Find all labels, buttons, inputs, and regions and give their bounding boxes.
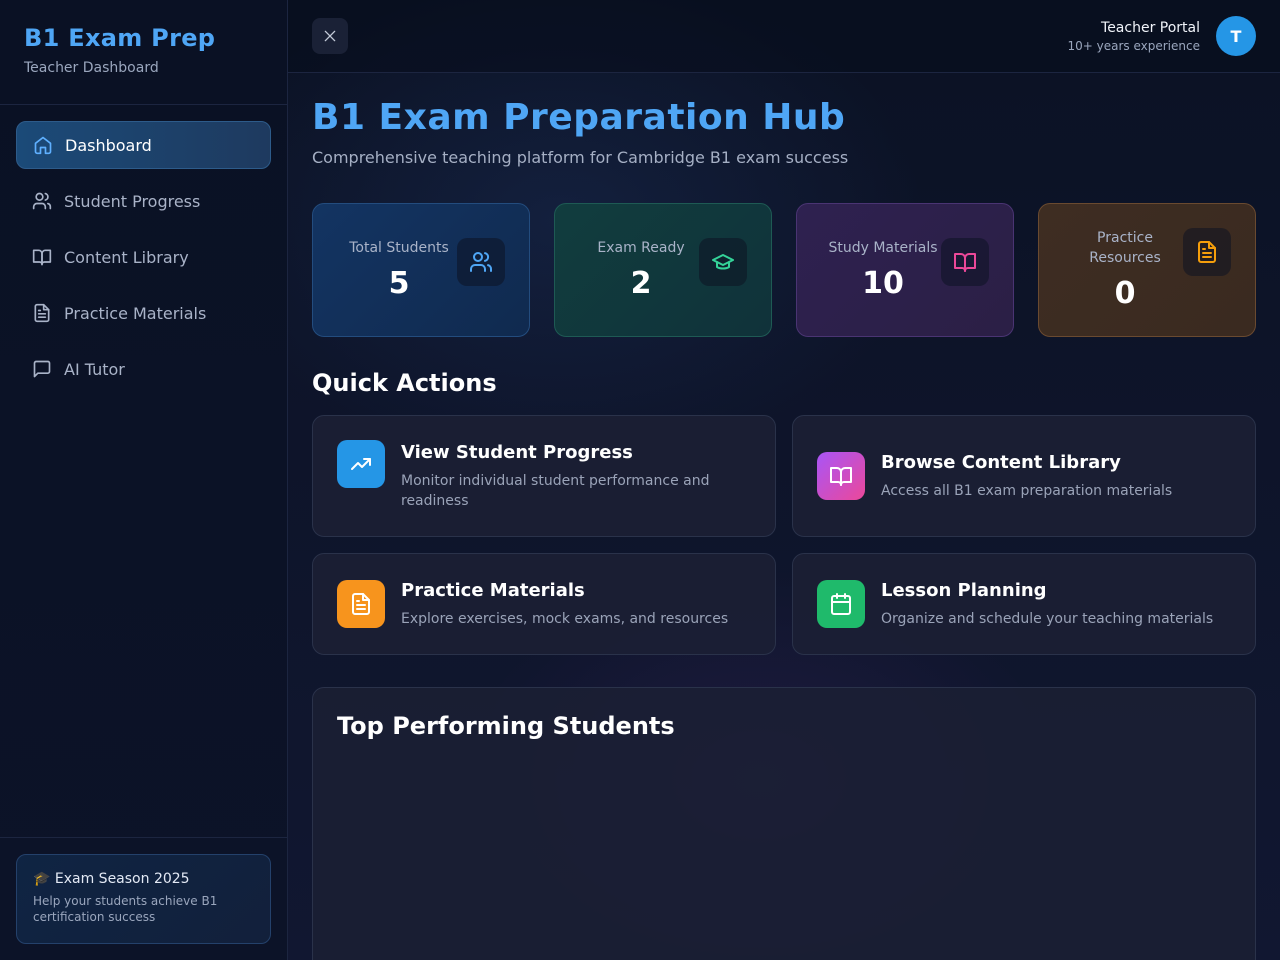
stat-card-study-materials: Study Materials 10 xyxy=(796,203,1014,337)
top-header: Teacher Portal 10+ years experience T xyxy=(288,0,1280,73)
sidebar-item-content-library[interactable]: Content Library xyxy=(16,233,271,281)
stats-row: Total Students 5 Exam Ready 2 Study Mate… xyxy=(312,203,1256,337)
book-open-icon xyxy=(32,247,52,267)
exam-season-card: 🎓 Exam Season 2025 Help your students ac… xyxy=(16,854,271,944)
action-view-student-progress[interactable]: View Student Progress Monitor individual… xyxy=(312,415,776,537)
stat-value: 10 xyxy=(862,266,904,301)
action-desc: Organize and schedule your teaching mate… xyxy=(881,610,1214,627)
close-icon xyxy=(324,30,336,42)
home-icon xyxy=(33,135,53,155)
user-experience: 10+ years experience xyxy=(1067,38,1201,53)
trending-up-icon xyxy=(337,440,385,488)
page-title: B1 Exam Preparation Hub xyxy=(312,97,846,138)
file-text-icon xyxy=(1183,228,1231,276)
calendar-icon xyxy=(817,580,865,628)
brand: B1 Exam Prep Teacher Dashboard xyxy=(0,0,287,105)
action-desc: Explore exercises, mock exams, and resou… xyxy=(401,610,729,627)
sidebar-nav: Dashboard Student Progress Content Libra… xyxy=(0,105,287,393)
action-browse-content-library[interactable]: Browse Content Library Access all B1 exa… xyxy=(792,415,1256,537)
sidebar-item-dashboard[interactable]: Dashboard xyxy=(16,121,271,169)
users-icon xyxy=(32,191,52,211)
promo-title: 🎓 Exam Season 2025 xyxy=(33,871,190,887)
user-name: Teacher Portal xyxy=(1101,19,1200,36)
top-students-card: Top Performing Students xyxy=(312,687,1256,960)
stat-card-practice-resources: Practice Resources 0 xyxy=(1038,203,1256,337)
stat-label: Practice Resources xyxy=(1089,230,1161,266)
avatar[interactable]: T xyxy=(1216,16,1256,56)
stat-label: Total Students xyxy=(349,240,449,256)
stat-value: 5 xyxy=(388,266,410,301)
sidebar: B1 Exam Prep Teacher Dashboard Dashboard… xyxy=(0,0,288,960)
stat-label: Study Materials xyxy=(828,240,938,256)
action-desc: Access all B1 exam preparation materials xyxy=(881,482,1173,499)
stat-label: Exam Ready xyxy=(597,240,685,256)
sidebar-item-label: Student Progress xyxy=(64,191,201,211)
action-desc: Monitor individual student performance a… xyxy=(401,472,710,509)
user-profile[interactable]: Teacher Portal 10+ years experience T xyxy=(1067,16,1256,56)
main-content: B1 Exam Preparation Hub Comprehensive te… xyxy=(312,73,1256,655)
action-title: Lesson Planning xyxy=(881,579,1047,601)
sidebar-item-label: Practice Materials xyxy=(64,303,207,323)
action-lesson-planning[interactable]: Lesson Planning Organize and schedule yo… xyxy=(792,553,1256,655)
stat-value: 0 xyxy=(1114,276,1136,311)
file-text-icon xyxy=(337,580,385,628)
sidebar-item-label: Content Library xyxy=(64,247,189,267)
sidebar-item-label: Dashboard xyxy=(65,135,152,155)
brand-title: B1 Exam Prep xyxy=(24,24,216,52)
book-open-icon xyxy=(941,238,989,286)
message-square-icon xyxy=(32,359,52,379)
book-open-icon xyxy=(817,452,865,500)
page-subtitle: Comprehensive teaching platform for Camb… xyxy=(312,148,849,167)
stat-card-exam-ready: Exam Ready 2 xyxy=(554,203,772,337)
sidebar-item-ai-tutor[interactable]: AI Tutor xyxy=(16,345,271,393)
brand-subtitle: Teacher Dashboard xyxy=(24,60,159,76)
action-title: Practice Materials xyxy=(401,579,585,601)
action-title: Browse Content Library xyxy=(881,451,1121,473)
action-practice-materials[interactable]: Practice Materials Explore exercises, mo… xyxy=(312,553,776,655)
top-students-title: Top Performing Students xyxy=(337,712,675,740)
action-title: View Student Progress xyxy=(401,441,633,463)
file-text-icon xyxy=(32,303,52,323)
quick-actions-grid: View Student Progress Monitor individual… xyxy=(312,415,1256,655)
users-icon xyxy=(457,238,505,286)
close-sidebar-button[interactable] xyxy=(312,18,348,54)
stat-value: 2 xyxy=(630,266,652,301)
sidebar-item-student-progress[interactable]: Student Progress xyxy=(16,177,271,225)
graduation-cap-icon xyxy=(699,238,747,286)
stat-card-total-students: Total Students 5 xyxy=(312,203,530,337)
quick-actions-title: Quick Actions xyxy=(312,369,497,397)
sidebar-item-label: AI Tutor xyxy=(64,359,125,379)
sidebar-item-practice-materials[interactable]: Practice Materials xyxy=(16,289,271,337)
sidebar-footer: 🎓 Exam Season 2025 Help your students ac… xyxy=(0,837,287,960)
promo-text: Help your students achieve B1 certificat… xyxy=(33,894,218,924)
